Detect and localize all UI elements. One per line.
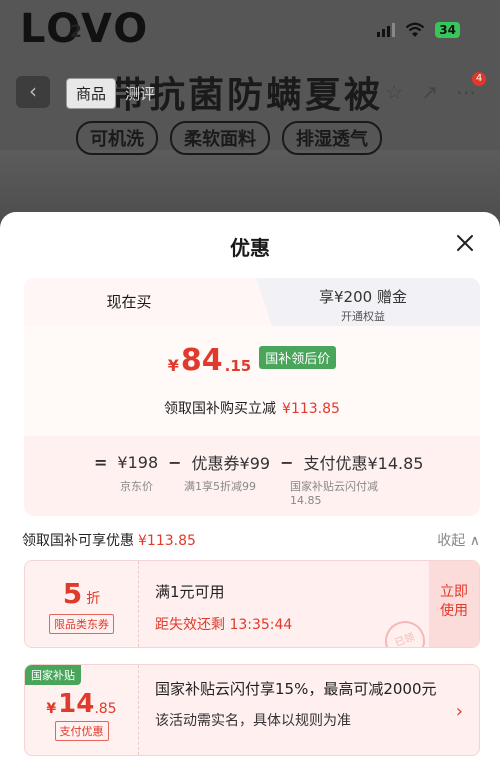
coupon-discount-value: 5 bbox=[62, 577, 83, 610]
base-price: ¥198 bbox=[117, 452, 159, 472]
payment-discount-label-2: 14.85 bbox=[290, 494, 322, 507]
calc-row: = ¥198 − 优惠券¥99 − 支付优惠¥14.85 bbox=[94, 450, 423, 474]
close-icon[interactable] bbox=[452, 230, 478, 256]
tab-gift-offer[interactable]: 享¥200 赠金 开通权益 bbox=[246, 278, 480, 326]
payment-discount-label: 国家补贴云闪付减 bbox=[290, 480, 378, 493]
message-badge: 4 bbox=[472, 72, 486, 86]
feature-pill: 柔软面料 bbox=[170, 121, 270, 155]
payment-discount: 支付优惠¥14.85 bbox=[303, 454, 424, 473]
price-decimal: .15 bbox=[224, 357, 252, 375]
coupon-discount-label: 满1享5折减99 bbox=[184, 480, 256, 493]
base-price-label: 京东价 bbox=[120, 480, 153, 493]
wifi-icon bbox=[406, 22, 425, 37]
payment-integer: 14 bbox=[58, 689, 95, 719]
star-icon[interactable]: ☆ bbox=[385, 80, 403, 104]
tab-buy-now[interactable]: 现在买 bbox=[24, 278, 234, 326]
payment-description: 国家补贴云闪付享15%，最高可减2000元 bbox=[155, 680, 437, 698]
chevron-right-icon[interactable]: › bbox=[456, 701, 463, 722]
watermark-logo: LOVO bbox=[20, 6, 150, 52]
background-tabs: 商品 测评 bbox=[66, 78, 164, 109]
price-tag: 国补领后价 bbox=[259, 346, 337, 369]
total-savings-label: 领取国补可享优惠 bbox=[22, 533, 134, 549]
share-icon[interactable]: ↗ bbox=[421, 80, 438, 104]
background-actions: ☆ ↗ ⋯ bbox=[385, 80, 476, 104]
use-now-label-2: 使用 bbox=[440, 603, 468, 619]
tab-review[interactable]: 测评 bbox=[116, 79, 164, 108]
subsidy-amount: ¥113.85 bbox=[282, 401, 340, 417]
payment-decimal: .85 bbox=[94, 701, 117, 717]
coupon-discount: 优惠券¥99 bbox=[191, 454, 271, 473]
coupon-value: 5折 bbox=[25, 577, 138, 610]
status-clock: 2 bbox=[70, 22, 82, 42]
collapse-button[interactable]: 收起 ∧ bbox=[437, 530, 480, 550]
gift-offer-sublabel: 开通权益 bbox=[341, 310, 385, 323]
final-price-area: ¥ 84 .15 国补领后价 领取国补购买立减 ¥113.85 bbox=[24, 326, 480, 436]
coupon-type-tag: 限品类东券 bbox=[49, 614, 114, 634]
claimed-stamp: 已领 bbox=[379, 615, 431, 647]
payment-discount-value: ¥ 14 .85 bbox=[25, 691, 138, 717]
use-now-label-1: 立即 bbox=[440, 584, 468, 600]
background-page: LOVO 2 34 ‹ 带抗菌防螨夏被 商品 测评 ☆ ↗ ⋯ 4 可机洗 柔软… bbox=[0, 0, 500, 240]
feature-pills: 可机洗 柔软面料 排湿透气 bbox=[76, 121, 382, 155]
payment-info: 国家补贴云闪付享15%，最高可减2000元 该活动需实名，具体以规则为准 bbox=[155, 679, 445, 731]
equals-sign: = bbox=[94, 452, 108, 472]
price-currency: ¥ bbox=[167, 356, 179, 375]
subsidy-text: 领取国补购买立减 bbox=[164, 401, 277, 417]
payment-currency: ¥ bbox=[46, 701, 57, 717]
payment-rule: 该活动需实名，具体以规则为准 bbox=[155, 713, 351, 729]
coupon-info: 满1元可用 距失效还剩 13:35:44 bbox=[155, 581, 292, 634]
gift-offer-label: 享¥200 赠金 bbox=[319, 288, 407, 306]
minus-sign: − bbox=[280, 452, 294, 472]
total-savings-amount: ¥113.85 bbox=[138, 533, 196, 549]
gov-subsidy-tag: 国家补贴 bbox=[25, 665, 81, 685]
feature-pill: 可机洗 bbox=[76, 121, 158, 155]
subsidy-line: 领取国补购买立减 ¥113.85 bbox=[24, 398, 480, 418]
final-price: ¥ 84 .15 国补领后价 bbox=[24, 343, 480, 378]
price-breakdown-card: 享¥200 赠金 开通权益 现在买 ¥ 84 .15 国补领后价 领取国补购买立… bbox=[24, 278, 480, 516]
payment-discount-card[interactable]: ¥ 14 .85 支付优惠 国家补贴 国家补贴云闪付享15%，最高可减2000元… bbox=[24, 664, 480, 756]
coupon-card[interactable]: 5折 限品类东券 满1元可用 距失效还剩 13:35:44 已领 立即 使用 bbox=[24, 560, 480, 648]
status-bar-right: 34 bbox=[377, 22, 460, 38]
coupon-timer: 距失效还剩 13:35:44 bbox=[155, 617, 293, 633]
feature-pill: 排湿透气 bbox=[282, 121, 382, 155]
tab-product[interactable]: 商品 bbox=[66, 78, 117, 109]
battery-icon: 34 bbox=[435, 22, 460, 38]
price-integer: 84 bbox=[180, 343, 223, 378]
back-button[interactable]: ‹ bbox=[16, 76, 50, 108]
total-savings-row: 领取国补可享优惠 ¥113.85 收起 ∧ bbox=[22, 530, 480, 550]
discount-sheet: 优惠 享¥200 赠金 开通权益 现在买 ¥ 84 .15 国补领后价 领取国补… bbox=[0, 212, 500, 775]
price-calculation: = ¥198 − 优惠券¥99 − 支付优惠¥14.85 京东价 满1享5折减9… bbox=[24, 436, 480, 516]
signal-icon bbox=[377, 23, 396, 37]
coupon-discount-unit: 折 bbox=[86, 591, 101, 607]
use-now-button[interactable]: 立即 使用 bbox=[429, 561, 479, 647]
payment-type-tag: 支付优惠 bbox=[54, 721, 109, 741]
sheet-title: 优惠 bbox=[230, 236, 270, 260]
coupon-condition: 满1元可用 bbox=[155, 583, 225, 601]
minus-sign: − bbox=[168, 452, 182, 472]
coupon-value-area: 5折 限品类东券 bbox=[25, 561, 139, 647]
